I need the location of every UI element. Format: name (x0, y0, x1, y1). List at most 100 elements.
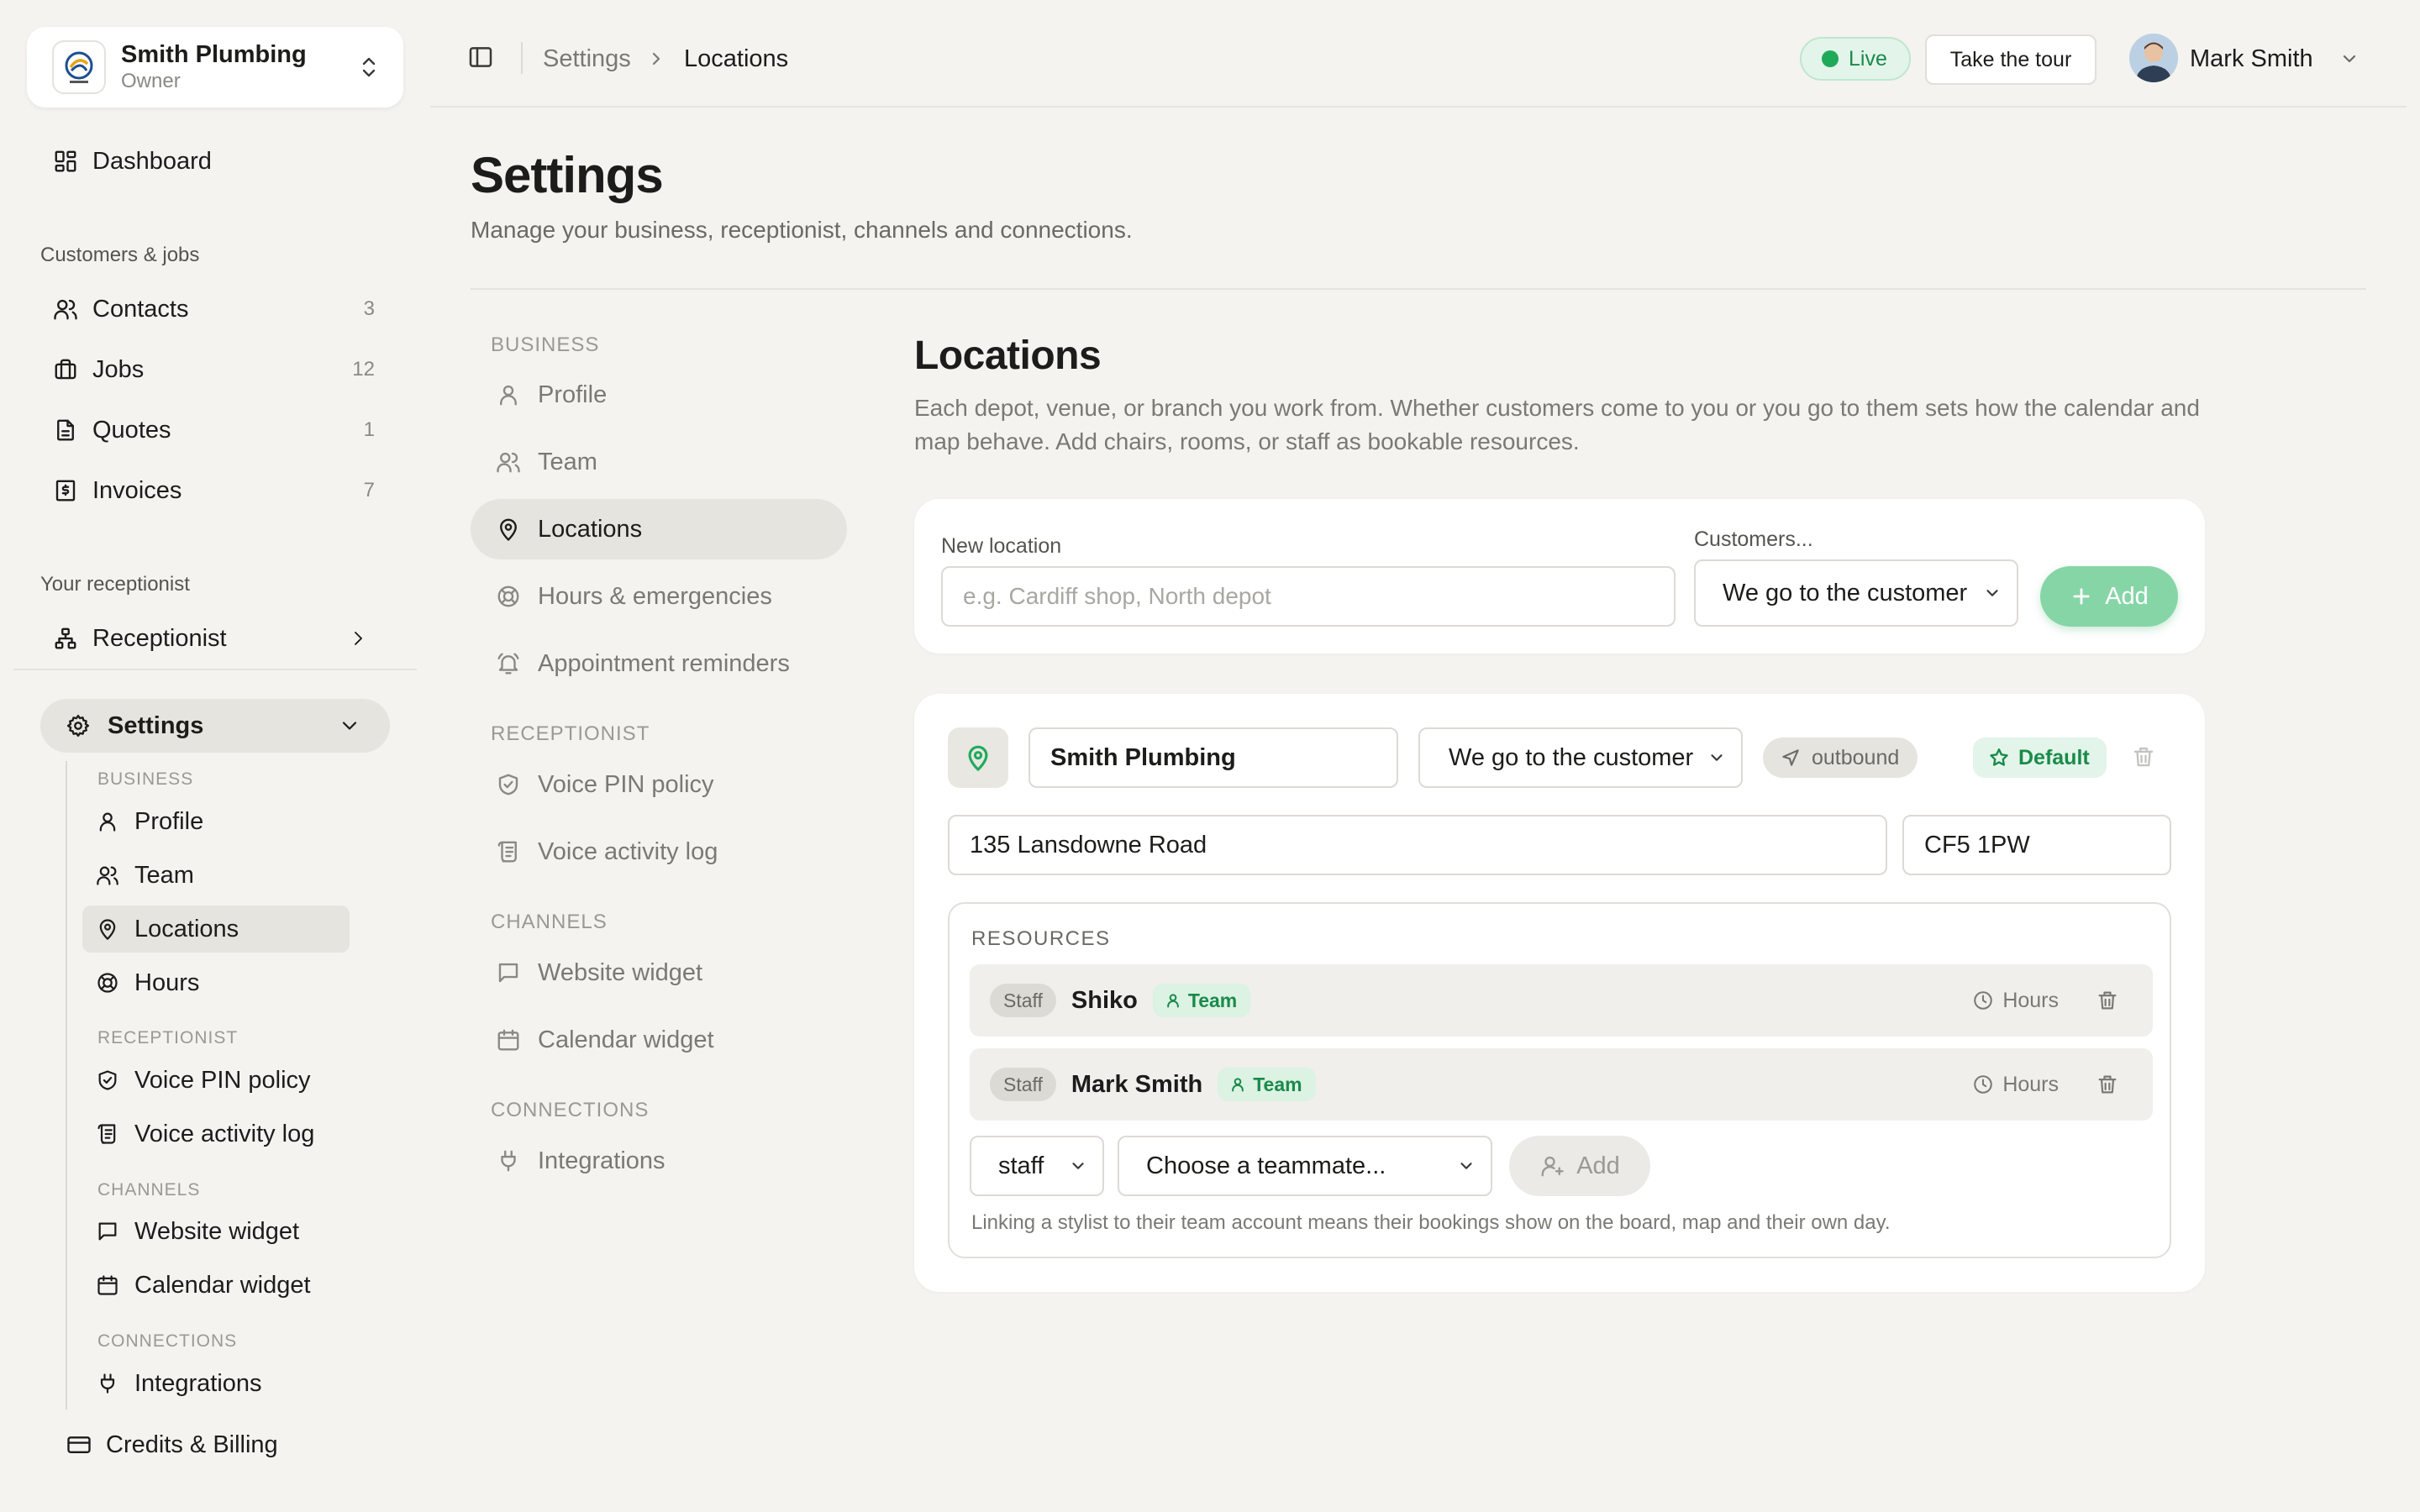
subnav-item-website-widget[interactable]: Website widget (82, 1208, 350, 1255)
sidebar-item-quotes[interactable]: Quotes 1 (40, 407, 390, 454)
navigation-icon (1780, 747, 1802, 769)
section-description: Each depot, venue, or branch you work fr… (914, 395, 2200, 454)
user-icon (496, 382, 521, 407)
resource-hours-button[interactable]: Hours (1972, 1073, 2059, 1097)
resource-row: Staff Shiko Team Hours (970, 964, 2153, 1037)
delete-location-icon[interactable] (2131, 744, 2156, 769)
gear-icon (66, 713, 91, 738)
subnav-item-voice-pin[interactable]: Voice PIN policy (82, 1057, 350, 1104)
settings-nav-voice-log[interactable]: Voice activity log (471, 822, 847, 882)
resource-hours-button[interactable]: Hours (1972, 989, 2059, 1013)
address-input[interactable]: 135 Lansdowne Road (948, 815, 1887, 875)
location-mode-select[interactable]: We go to the customer (1418, 727, 1743, 788)
button-label: Hours (2002, 988, 2059, 1012)
resource-type-select[interactable]: staff (970, 1136, 1104, 1196)
subnav-item-label: Voice PIN policy (134, 1066, 311, 1094)
sidebar-item-invoices[interactable]: Invoices 7 (40, 467, 390, 514)
trash-icon[interactable] (2096, 1073, 2119, 1096)
user-icon (1229, 1076, 1246, 1093)
subnav-item-integrations[interactable]: Integrations (82, 1360, 350, 1407)
subnav-item-hours[interactable]: Hours (82, 959, 350, 1006)
sidebar-item-settings[interactable]: Settings (40, 699, 390, 753)
count-badge: 12 (352, 358, 375, 381)
subnav-item-team[interactable]: Team (82, 852, 350, 899)
trash-icon[interactable] (2096, 989, 2119, 1012)
workspace-name: Smith Plumbing (121, 41, 307, 68)
subnav-item-label: Profile (134, 807, 204, 835)
new-location-input[interactable]: e.g. Cardiff shop, North depot (941, 566, 1676, 627)
select-value: Choose a teammate... (1146, 1152, 1386, 1179)
add-location-button[interactable]: Add (2040, 566, 2178, 627)
sidebar-item-receptionist[interactable]: Receptionist (40, 615, 390, 662)
resources-help-text: Linking a stylist to their team account … (971, 1211, 1891, 1234)
live-status-badge[interactable]: Live (1800, 37, 1911, 81)
team-badge: Team (1218, 1068, 1316, 1101)
avatar[interactable] (2129, 34, 2178, 82)
settings-nav-reminders[interactable]: Appointment reminders (471, 633, 847, 694)
settings-nav-profile[interactable]: Profile (471, 365, 847, 425)
subnav-item-locations[interactable]: Locations (82, 906, 350, 953)
subnav-item-label: Hours (134, 969, 200, 996)
scroll-icon (496, 839, 521, 864)
page-title: Settings (471, 147, 664, 203)
document-icon (53, 417, 78, 443)
subnav-item-label: Integrations (134, 1369, 262, 1397)
sidebar-item-credits-billing[interactable]: Credits & Billing (54, 1421, 403, 1468)
sidebar-item-label: Settings (108, 711, 204, 739)
subnav-group-business: BUSINESS (97, 769, 194, 789)
settings-nav-integrations[interactable]: Integrations (471, 1131, 847, 1191)
credit-card-icon (66, 1432, 92, 1457)
settings-nav-team[interactable]: Team (471, 432, 847, 492)
subnav-item-voice-log[interactable]: Voice activity log (82, 1110, 350, 1158)
workspace-switcher[interactable]: Smith Plumbing Owner (27, 27, 403, 108)
chevron-down-icon[interactable] (2339, 49, 2360, 69)
subnav-item-label: Team (134, 861, 194, 889)
button-label: Hours (2002, 1072, 2059, 1096)
message-square-icon (496, 960, 521, 985)
chevron-up-down-icon (358, 54, 380, 81)
dashboard-icon (53, 149, 78, 174)
subnav-item-profile[interactable]: Profile (82, 798, 350, 845)
user-icon (1165, 992, 1181, 1009)
subnav-item-calendar-widget[interactable]: Calendar widget (82, 1262, 350, 1309)
settings-nav-label: Integrations (538, 1147, 666, 1174)
sidebar-item-dashboard[interactable]: Dashboard (40, 138, 390, 185)
badge-label: outbound (1812, 745, 1900, 769)
top-bar: Settings Locations Live Take the tour Ma… (430, 0, 2407, 108)
subnav-group-connections: CONNECTIONS (97, 1331, 238, 1351)
select-value: staff (998, 1152, 1044, 1179)
add-resource-button[interactable]: Add (1509, 1136, 1650, 1196)
postcode-input[interactable]: CF5 1PW (1902, 815, 2171, 875)
resource-name: Mark Smith (1071, 1070, 1203, 1098)
settings-nav-group-business: BUSINESS (491, 333, 600, 356)
teammate-select[interactable]: Choose a teammate... (1118, 1136, 1492, 1196)
clock-icon (1972, 1074, 1994, 1095)
take-tour-button[interactable]: Take the tour (1925, 34, 2096, 85)
location-name-input[interactable]: Smith Plumbing (1028, 727, 1398, 788)
location-pin-button[interactable] (948, 727, 1008, 788)
briefcase-icon (53, 357, 78, 382)
settings-nav-hours[interactable]: Hours & emergencies (471, 566, 847, 627)
subnav-group-channels: CHANNELS (97, 1180, 201, 1200)
resource-row: Staff Mark Smith Team Hours (970, 1048, 2153, 1121)
settings-nav-calendar-widget[interactable]: Calendar widget (471, 1010, 847, 1070)
customers-mode-select[interactable]: We go to the customer (1694, 559, 2018, 627)
settings-nav-locations[interactable]: Locations (471, 499, 847, 559)
settings-nav-voice-pin[interactable]: Voice PIN policy (471, 754, 847, 815)
select-value: We go to the customer (1723, 579, 1968, 606)
chevron-down-icon (1983, 584, 2002, 602)
settings-nav-group-receptionist: RECEPTIONIST (491, 722, 650, 745)
clock-icon (1972, 990, 1994, 1011)
breadcrumb-settings[interactable]: Settings (543, 45, 631, 73)
sidebar-item-contacts[interactable]: Contacts 3 (40, 286, 390, 333)
sidebar-item-jobs[interactable]: Jobs 12 (40, 346, 390, 393)
settings-nav-label: Voice PIN policy (538, 770, 714, 798)
sidebar-item-label: Credits & Billing (106, 1431, 278, 1458)
sidebar-toggle-icon[interactable] (467, 44, 494, 71)
lifebuoy-icon (496, 584, 521, 609)
user-name[interactable]: Mark Smith (2190, 45, 2313, 73)
resource-type-tag: Staff (990, 1068, 1056, 1101)
resource-name: Shiko (1071, 986, 1138, 1014)
settings-nav-website-widget[interactable]: Website widget (471, 942, 847, 1003)
default-badge[interactable]: Default (1973, 738, 2107, 778)
